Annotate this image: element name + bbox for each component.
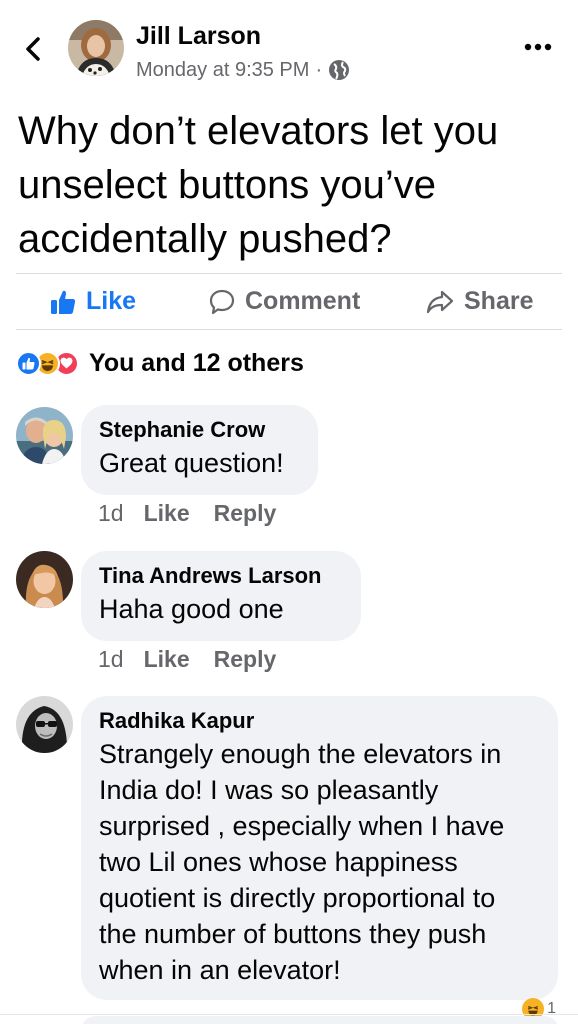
post-action-bar: Like Comment Share	[16, 274, 562, 329]
comment-text: Haha good one	[99, 594, 284, 624]
divider	[0, 1014, 578, 1015]
comment-bubble[interactable]: Radhika Kapur Strangely enough the eleva…	[81, 696, 558, 1000]
comment-actions: 1d Like Reply	[98, 500, 300, 527]
author-name[interactable]: Jill Larson	[136, 22, 261, 51]
comment-reply-button[interactable]: Reply	[214, 646, 277, 673]
commenter-name[interactable]: Tina Andrews Larson	[99, 561, 343, 591]
post-meta: Monday at 9:35 PM ·	[136, 56, 350, 84]
comment-icon	[209, 289, 235, 314]
commenter-avatar[interactable]	[16, 696, 73, 753]
post-text: Why don’t elevators let you unselect but…	[18, 109, 499, 261]
meta-separator: ·	[315, 58, 323, 81]
post-timestamp[interactable]: Monday at 9:35 PM	[136, 59, 309, 82]
thumbs-up-icon	[51, 290, 76, 314]
reaction-summary-text: You and 12 others	[89, 348, 304, 377]
comment-time[interactable]: 1d	[98, 500, 124, 527]
commenter-name[interactable]: Stephanie Crow	[99, 415, 300, 445]
commenter-name[interactable]: Radhika Kapur	[99, 706, 540, 736]
more-options-button[interactable]	[520, 32, 556, 62]
post-header: Jill Larson Monday at 9:35 PM ·	[0, 0, 578, 96]
commenter-avatar[interactable]	[16, 551, 73, 608]
author-avatar[interactable]	[68, 20, 124, 76]
share-label: Share	[464, 287, 534, 315]
comment-like-button[interactable]: Like	[144, 500, 190, 527]
comment-like-button[interactable]: Like	[144, 646, 190, 673]
globe-icon	[329, 60, 350, 80]
comment-bubble[interactable]: Tina Andrews Larson Haha good one	[81, 551, 361, 641]
comment-reply-button[interactable]: Reply	[214, 500, 277, 527]
like-label: Like	[86, 287, 137, 315]
comment-actions: 1d Like Reply	[98, 646, 300, 673]
like-reaction-icon	[16, 350, 41, 376]
share-icon	[426, 290, 454, 313]
divider	[16, 329, 562, 330]
more-horizontal-icon	[524, 43, 552, 51]
comment-reaction-count: 1	[547, 1000, 556, 1017]
reaction-icons	[16, 350, 79, 376]
share-button[interactable]: Share	[426, 274, 533, 329]
commenter-avatar[interactable]	[16, 407, 73, 464]
comment-button[interactable]: Comment	[209, 274, 360, 329]
like-button[interactable]: Like	[50, 274, 136, 329]
next-comment-bubble[interactable]	[81, 1016, 559, 1024]
chevron-left-icon	[26, 37, 40, 61]
comment-label: Comment	[245, 287, 361, 315]
comment-text: Strangely enough the elevators in India …	[99, 739, 505, 985]
comment-time[interactable]: 1d	[98, 646, 124, 673]
reactions-summary[interactable]: You and 12 others	[16, 346, 304, 380]
comment-text: Great question!	[99, 448, 284, 478]
comment-bubble[interactable]: Stephanie Crow Great question!	[81, 405, 318, 495]
back-button[interactable]	[18, 32, 48, 66]
